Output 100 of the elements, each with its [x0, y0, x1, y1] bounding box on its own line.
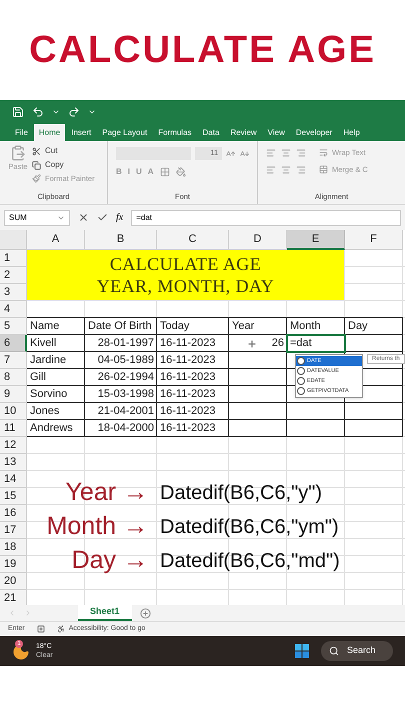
row-header[interactable]: 1: [0, 250, 27, 267]
ribbon-tab[interactable]: File: [10, 124, 33, 141]
ribbon-tab[interactable]: Developer: [290, 124, 338, 141]
table-cell-text: 26-02-1994: [96, 370, 155, 386]
wrap-text-icon: [319, 148, 328, 158]
row-header[interactable]: 4: [0, 301, 27, 318]
ribbon-tab[interactable]: Review: [225, 124, 262, 141]
row-header[interactable]: 8: [0, 369, 27, 386]
accessibility-icon: [56, 625, 65, 633]
table-cell-text: Name: [29, 319, 60, 334]
ribbon-tab[interactable]: Page Layout: [97, 124, 152, 141]
merge-cells-icon: [319, 165, 328, 174]
row-header[interactable]: 13: [0, 454, 27, 471]
row-header[interactable]: 12: [0, 437, 27, 454]
ribbon-tab[interactable]: Insert: [66, 124, 96, 141]
save-icon[interactable]: [12, 106, 24, 118]
banner-line: YEAR, MONTH, DAY: [96, 275, 274, 297]
align-right-icon[interactable]: [296, 164, 306, 175]
table-cell-text: Jones: [29, 404, 60, 420]
table-cell-text: 18-04-2000: [96, 421, 155, 436]
row-header[interactable]: 21: [0, 590, 27, 605]
cursor-icon: [247, 338, 257, 348]
table-cell-text: 16-11-2023: [159, 370, 216, 386]
shrink-font-icon[interactable]: [240, 148, 249, 158]
row-header[interactable]: 20: [0, 573, 27, 590]
table-cell-text: Date Of Birth: [87, 319, 153, 334]
column-header[interactable]: C: [157, 230, 229, 250]
copy-button[interactable]: Copy: [32, 159, 95, 171]
table-cell-text: Jardine: [29, 353, 68, 368]
select-all-corner[interactable]: [0, 230, 27, 250]
row-header[interactable]: 9: [0, 386, 27, 403]
row-header[interactable]: 5: [0, 318, 27, 335]
macro-icon[interactable]: [36, 625, 45, 633]
table-cell-text: 16-11-2023: [159, 336, 216, 352]
enter-icon[interactable]: [97, 212, 108, 223]
table-cell-text: Kivell: [29, 336, 58, 352]
row-header[interactable]: 7: [0, 352, 27, 369]
table-cell-text: 16-11-2023: [159, 387, 216, 402]
table-cell-text: 15-03-1998: [96, 387, 155, 402]
table-cell-text: 16-11-2023: [159, 353, 216, 368]
table-cell-text: 21-04-2001: [96, 404, 155, 420]
borders-icon[interactable]: [160, 167, 170, 177]
table-cell: 26: [229, 335, 287, 352]
row-header[interactable]: 17: [0, 522, 27, 539]
table-cell-text: Month: [289, 319, 322, 334]
column-header[interactable]: B: [85, 230, 157, 250]
table-cell-text: Gill: [29, 370, 47, 386]
align-left-icon[interactable]: [266, 164, 276, 175]
add-sheet-icon[interactable]: [140, 608, 151, 618]
row-header[interactable]: 10: [0, 403, 27, 420]
row-header[interactable]: 15: [0, 488, 27, 505]
annotation-formula: Datedif(B6,C6,"ym"): [160, 515, 339, 540]
row-header[interactable]: 2: [0, 267, 27, 284]
column-header[interactable]: E: [287, 230, 345, 250]
sheet-tab[interactable]: Sheet1: [78, 605, 132, 621]
column-header[interactable]: F: [345, 230, 403, 250]
headline: CALCULATE AGE: [29, 31, 376, 69]
start-icon[interactable]: [295, 644, 309, 658]
ribbon-tab[interactable]: Home: [34, 124, 66, 141]
table-cell-text: 16-11-2023: [159, 404, 216, 420]
cancel-icon[interactable]: [78, 212, 89, 223]
undo-icon[interactable]: [32, 106, 44, 118]
row-header[interactable]: 11: [0, 420, 27, 437]
row-header[interactable]: 16: [0, 505, 27, 522]
ribbon-tab[interactable]: View: [262, 124, 290, 141]
table-cell-text: Year: [231, 319, 256, 334]
table-cell-text: Andrews: [29, 421, 74, 436]
redo-icon[interactable]: [68, 106, 80, 118]
row-header[interactable]: 14: [0, 471, 27, 488]
table-cell-text: Day: [347, 319, 369, 334]
cut-button[interactable]: Cut: [32, 145, 95, 157]
next-sheet-icon[interactable]: [24, 609, 32, 617]
column-header[interactable]: A: [27, 230, 85, 250]
scissors-icon: [32, 146, 41, 156]
search-button[interactable]: Search: [321, 641, 393, 661]
previous-sheet-icon[interactable]: [8, 609, 16, 617]
grow-font-icon[interactable]: [226, 148, 236, 158]
ribbon-tab[interactable]: Formulas: [153, 124, 197, 141]
table-cell-text: Today: [159, 319, 190, 334]
name-box[interactable]: SUM: [4, 210, 70, 226]
row-header[interactable]: 19: [0, 556, 27, 573]
align-center-icon[interactable]: [281, 164, 291, 175]
copy-icon: [32, 160, 41, 170]
ribbon-tab[interactable]: Data: [198, 124, 224, 141]
formula-field[interactable]: =dat: [131, 210, 401, 226]
annotation-formula: Datedif(B6,C6,"y"): [160, 481, 322, 506]
cell-editor[interactable]: =dat: [287, 335, 345, 352]
paintbrush-icon: [32, 174, 41, 184]
ribbon-tab[interactable]: Help: [338, 124, 365, 141]
banner-line: CALCULATE AGE: [110, 253, 262, 275]
clipboard-icon: [10, 145, 26, 161]
table-cell-text: 16-11-2023: [159, 421, 216, 436]
table-cell-text: Sorvino: [29, 387, 68, 402]
row-header[interactable]: 6: [0, 335, 27, 352]
annotation-label: Year →: [66, 477, 148, 508]
insert-function-button[interactable]: fx: [116, 210, 124, 225]
fill-color-icon[interactable]: [176, 167, 186, 177]
row-header[interactable]: 18: [0, 539, 27, 556]
column-header[interactable]: D: [229, 230, 287, 250]
row-header[interactable]: 3: [0, 284, 27, 301]
